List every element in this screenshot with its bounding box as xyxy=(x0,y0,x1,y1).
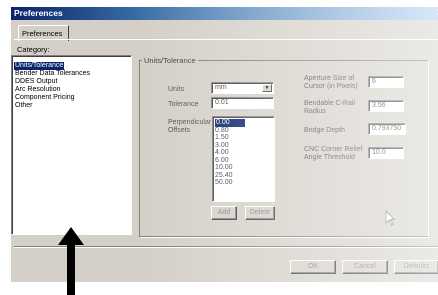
add-button[interactable]: Add xyxy=(211,206,237,220)
aperture-field[interactable]: 6 xyxy=(368,76,404,88)
cancel-button[interactable]: Cancel xyxy=(342,260,388,274)
group-title: Units/Tolerance xyxy=(142,56,198,65)
category-list[interactable]: Units/Tolerance Bender Data Tolerances D… xyxy=(11,55,132,235)
units-label: Units xyxy=(168,86,184,93)
cnc-corner-relief-label-line1: CNC Corner Relief xyxy=(304,146,363,153)
offset-option[interactable]: 3.00 xyxy=(215,142,229,150)
aperture-label-line2: Cursor (in Pixels) xyxy=(304,83,358,90)
offset-option[interactable]: 10.00 xyxy=(215,164,233,172)
list-item-units-tolerance[interactable]: Units/Tolerance xyxy=(14,62,65,70)
list-item-ddes-output[interactable]: DDES Output xyxy=(14,78,58,86)
offset-option[interactable]: 50.00 xyxy=(215,179,233,187)
aperture-label-line1: Aperture Size of xyxy=(304,75,355,82)
bridge-depth-field[interactable]: 0.793750 xyxy=(368,123,406,135)
cnc-corner-relief-label-line2: Angle Threshold xyxy=(304,154,355,161)
cnc-corner-relief-field[interactable]: 10.0 xyxy=(368,147,404,159)
arrow-cursor-icon xyxy=(385,210,396,226)
up-arrow-icon xyxy=(58,227,84,295)
title-bar[interactable]: Preferences 3 xyxy=(11,7,438,20)
units-value: mm xyxy=(215,84,227,91)
list-item-component-pricing[interactable]: Component Pricing xyxy=(14,94,76,102)
ok-button[interactable]: OK xyxy=(290,260,336,274)
tolerance-label: Tolerance xyxy=(168,101,199,108)
offset-option[interactable]: 0.80 xyxy=(215,127,229,135)
units-select[interactable]: mm ▼ xyxy=(211,82,274,94)
bendable-c-rail-field[interactable]: 3.56 xyxy=(368,100,404,112)
perpendicular-offsets-label-line1: Perpendicular xyxy=(168,119,212,126)
window-title: Preferences xyxy=(14,8,63,18)
offset-option[interactable]: 4.00 xyxy=(215,149,229,157)
bendable-c-rail-label-line1: Bendable C-Rail xyxy=(304,100,355,107)
list-item-bender-data-tolerances[interactable]: Bender Data Tolerances xyxy=(14,70,91,78)
list-item-other[interactable]: Other xyxy=(14,102,34,110)
list-item-arc-resolution[interactable]: Arc Resolution xyxy=(14,86,62,94)
tab-divider xyxy=(14,39,438,40)
perpendicular-offsets-label-line2: Offsets xyxy=(168,127,191,134)
perpendicular-offsets-list[interactable]: 0.00 0.80 1.50 3.00 4.00 6.00 10.00 25.4… xyxy=(212,116,275,202)
bridge-depth-label: Bridge Depth xyxy=(304,127,345,134)
tolerance-field[interactable]: 0.01 xyxy=(211,97,274,109)
offset-option[interactable]: 1.50 xyxy=(215,134,229,142)
bendable-c-rail-label-line2: Radius xyxy=(304,108,326,115)
category-label: Category: xyxy=(17,45,50,54)
offset-option[interactable]: 6.00 xyxy=(215,157,229,165)
offset-option[interactable]: 25.40 xyxy=(215,172,233,180)
offset-option[interactable]: 0.00 xyxy=(215,119,245,127)
delete-button[interactable]: Delete xyxy=(245,206,275,220)
chevron-down-icon[interactable]: ▼ xyxy=(262,84,272,92)
defaults-button[interactable]: Defaults xyxy=(394,260,438,274)
